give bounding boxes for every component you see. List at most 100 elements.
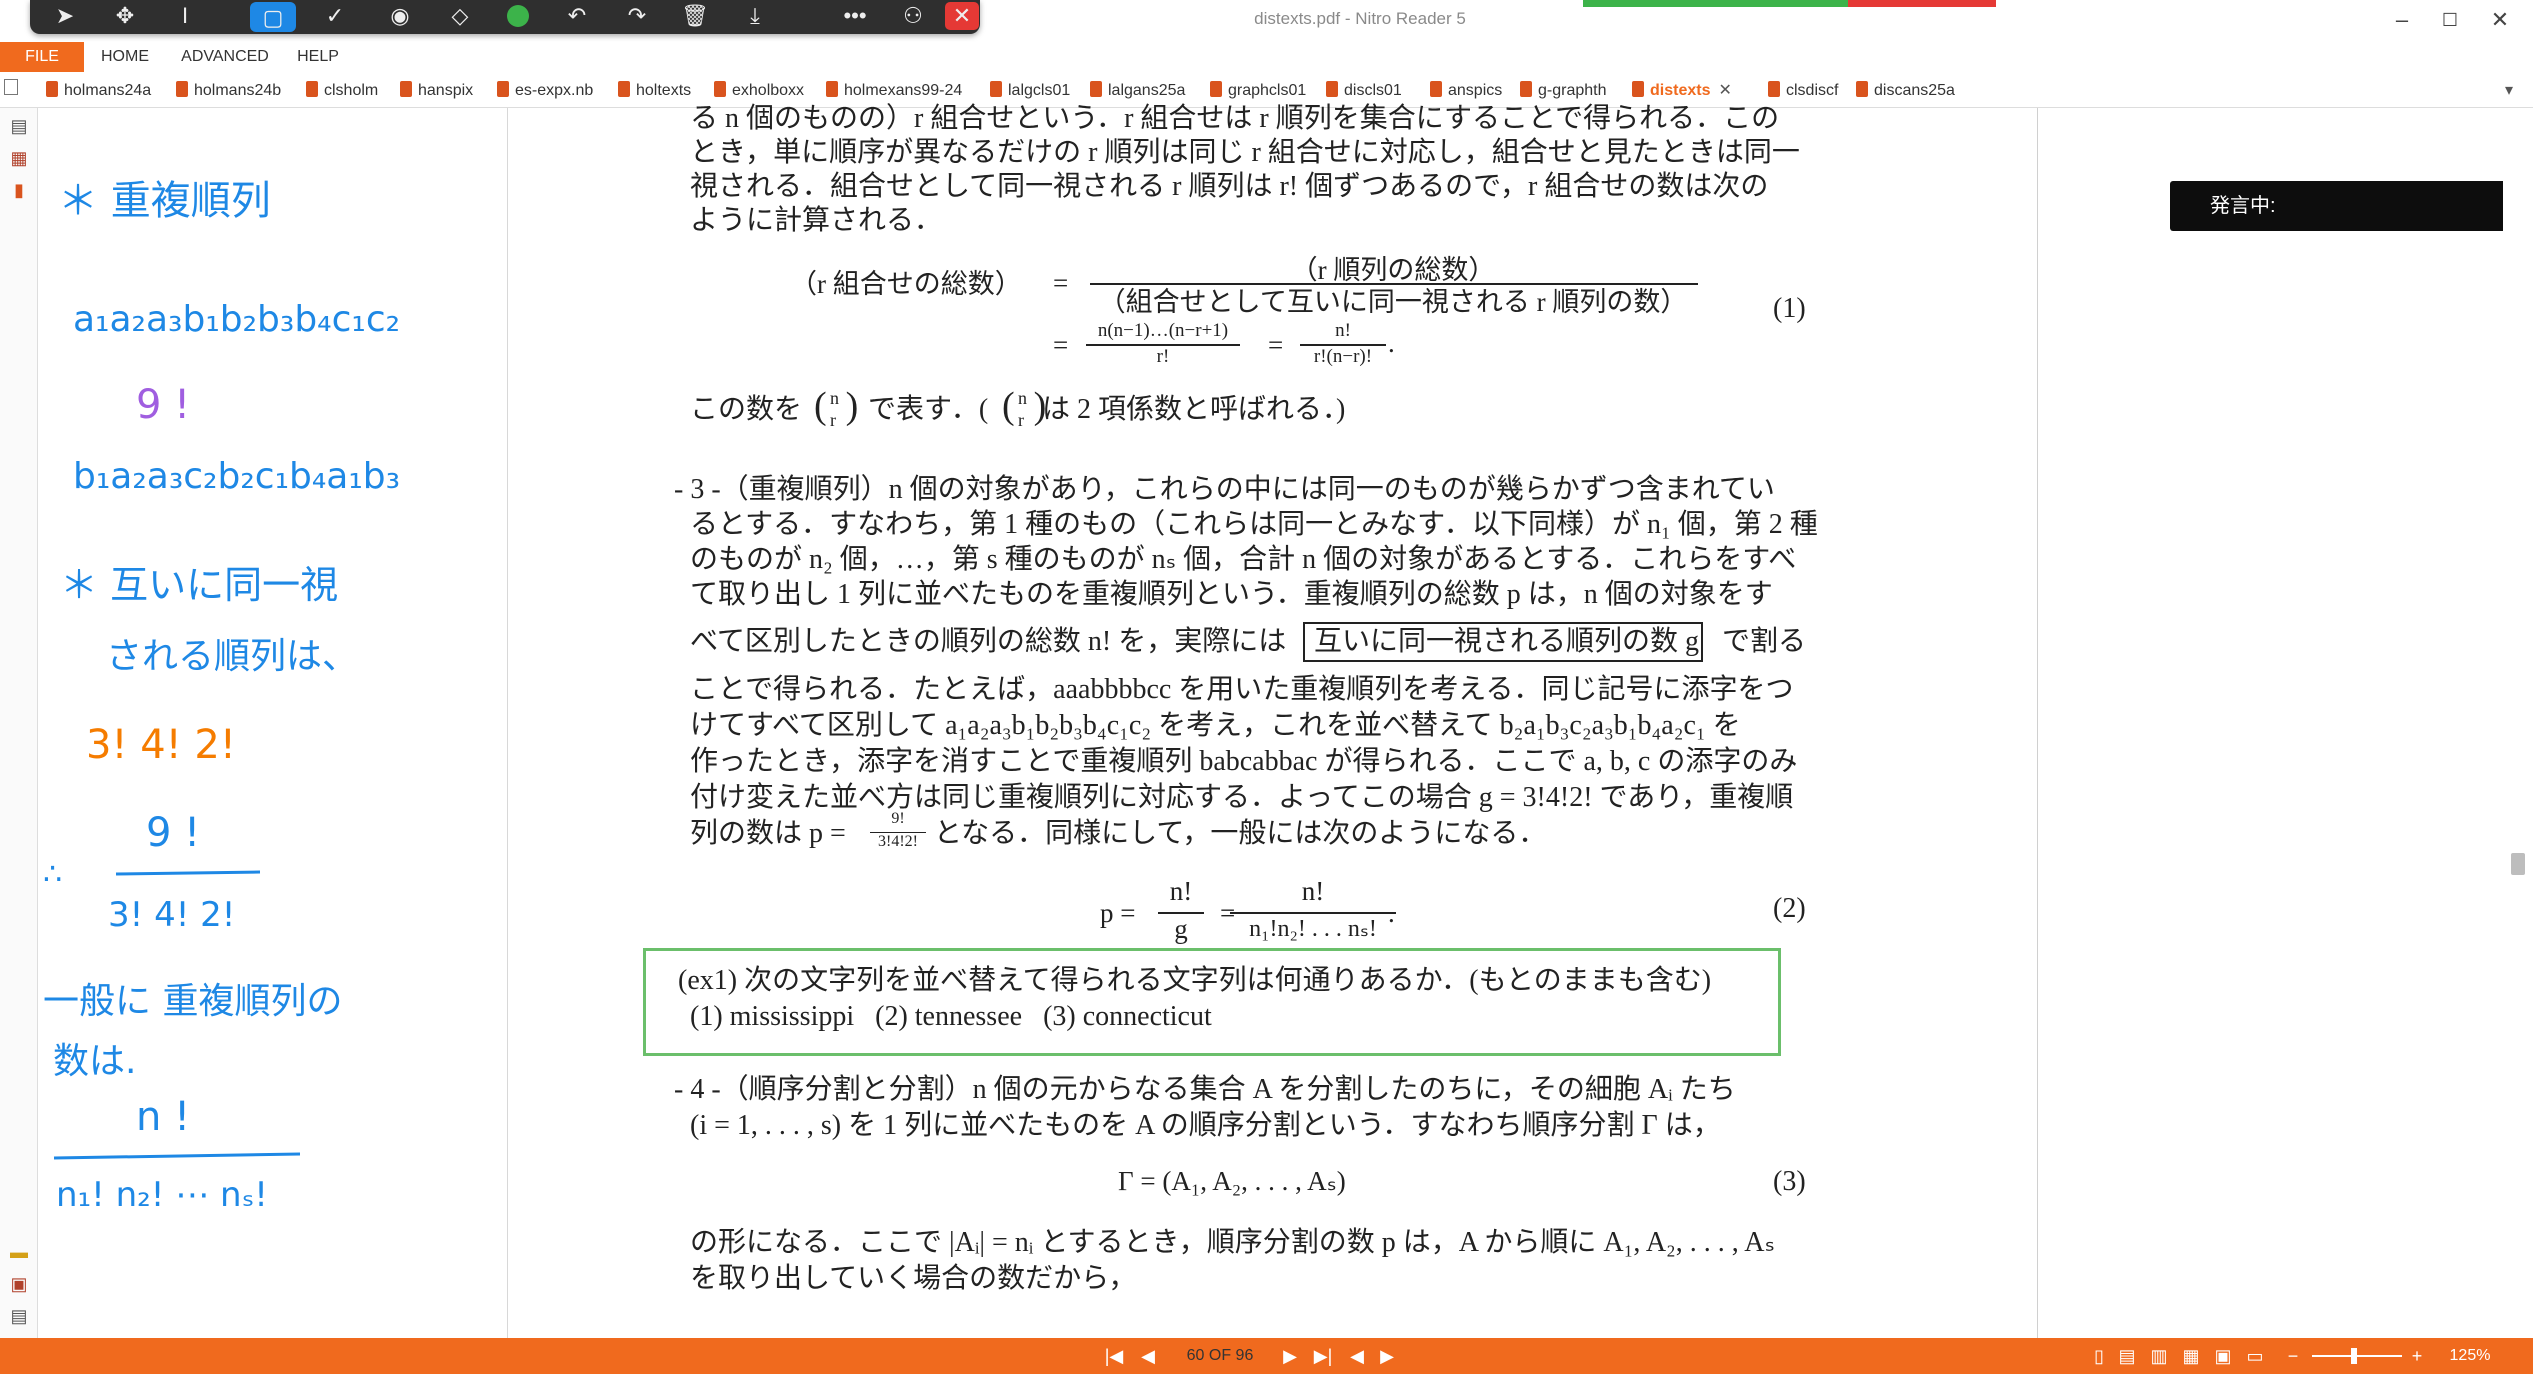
pdf-icon (46, 81, 58, 97)
inline-frac-num: 9! (891, 810, 905, 827)
select-arrow-icon[interactable]: ➤ (40, 0, 90, 34)
menu-home[interactable]: HOME (88, 42, 162, 72)
page-indicator[interactable]: 60 OF 96 (1170, 1338, 1270, 1374)
tab-discls01[interactable]: discls01 (1326, 78, 1402, 104)
fit-width-icon[interactable]: ▭ (2242, 1338, 2268, 1374)
tab-holmans24b[interactable]: holmans24b (176, 78, 281, 104)
facing-continuous-icon[interactable]: ▦ (2178, 1338, 2204, 1374)
note-line: ＊ 互いに同一視 (60, 563, 338, 607)
tab-clsdiscf[interactable]: clsdiscf (1768, 78, 1838, 104)
zoom-in-button[interactable]: + (2406, 1338, 2428, 1374)
text-line: るとする．すなわち，第 1 種のもの（これらは同一とみなす．以下同様）が n₁ … (690, 509, 1818, 540)
eq2-number: (2) (1773, 893, 1806, 924)
ink-pen-icon[interactable]: ◉ (375, 0, 425, 34)
eq2-den1: g (1174, 914, 1188, 944)
menu-file[interactable]: FILE (0, 42, 84, 72)
note-line: ＊ 重複順列 (58, 178, 271, 224)
fraction-bar-stroke (53, 1152, 301, 1160)
fit-page-icon[interactable]: ▣ (2210, 1338, 2236, 1374)
tab-hanspix[interactable]: hanspix (400, 78, 473, 104)
undo-icon[interactable]: ↶ (552, 0, 602, 34)
layers-icon[interactable]: ▤ (9, 1306, 29, 1326)
note-line: 3! 4! 2! (86, 722, 236, 768)
tab-holtexts[interactable]: holtexts (618, 78, 691, 104)
tab-distexts[interactable]: distexts ✕ (1632, 78, 1732, 104)
signatures-icon[interactable]: ▣ (9, 1274, 29, 1294)
vertical-scrollbar[interactable] (2503, 108, 2533, 1338)
pdf-icon (990, 81, 1002, 97)
comments-icon[interactable]: ▬ (9, 1242, 29, 1262)
menu-help[interactable]: HELP (288, 42, 348, 72)
back-view-icon[interactable]: ◀ (1344, 1338, 1370, 1374)
attachments-icon[interactable]: ▮ (9, 180, 29, 200)
tab-graphcls01[interactable]: graphcls01 (1210, 78, 1306, 104)
maximize-button[interactable]: ☐ (2428, 2, 2472, 38)
zoom-slider-knob[interactable] (2351, 1348, 2357, 1364)
tab-lalgans25a[interactable]: lalgans25a (1090, 78, 1185, 104)
eq1-lhs: （r 組合せの総数） (790, 269, 1022, 299)
zoom-out-button[interactable]: − (2282, 1338, 2304, 1374)
redo-icon[interactable]: ↷ (612, 0, 662, 34)
close-window-button[interactable]: ✕ (2478, 2, 2522, 38)
bookmarks-icon[interactable]: ▦ (9, 148, 29, 168)
pages-icon[interactable]: ▤ (9, 116, 29, 136)
minimize-button[interactable]: – (2380, 2, 2424, 38)
tab-overflow-icon[interactable]: ▾ (2505, 78, 2513, 104)
text-line: べて区別したときの順列の総数 n! を，実際には (690, 626, 1287, 657)
delete-icon[interactable]: 🗑 (670, 0, 720, 34)
single-page-icon[interactable]: ▯ (2086, 1338, 2112, 1374)
continuous-icon[interactable]: ▤ (2114, 1338, 2140, 1374)
tab-lalgcls01[interactable]: lalgcls01 (990, 78, 1070, 104)
prev-page-icon[interactable]: ◀ (1134, 1338, 1162, 1374)
tab-discans25a[interactable]: discans25a (1856, 78, 1955, 104)
text-line: となる．同様にして，一般には次のようになる． (934, 818, 1547, 849)
first-page-icon[interactable]: |◀ (1100, 1338, 1128, 1374)
move-icon[interactable]: ✥ (100, 0, 150, 34)
facing-icon[interactable]: ▥ (2146, 1338, 2172, 1374)
tab-holmans24a[interactable]: holmans24a (46, 78, 151, 104)
pdf-icon (1326, 81, 1338, 97)
next-page-icon[interactable]: ▶ (1276, 1338, 1304, 1374)
more-icon[interactable]: ••• (830, 0, 880, 34)
left-panel-strip: ▤ ▦ ▮ ▬ ▣ ▤ (0, 108, 38, 1338)
text-line: の形になる．ここで |Aᵢ| = nᵢ とするとき，順序分割の数 p は，A か… (690, 1227, 1775, 1258)
tab-list-icon[interactable] (4, 78, 18, 104)
zoom-slider[interactable] (2312, 1355, 2402, 1357)
scrollbar-thumb[interactable] (2511, 853, 2525, 875)
checkmark-icon[interactable]: ✓ (310, 0, 360, 34)
pdf-icon (306, 81, 318, 97)
menu-advanced[interactable]: ADVANCED (170, 42, 280, 72)
tab-anspics[interactable]: anspics (1430, 78, 1502, 104)
tab-es-expx[interactable]: es-expx.nb (497, 78, 593, 104)
zoom-level[interactable]: 125% (2440, 1338, 2500, 1374)
text-line: 列の数は p = (690, 818, 846, 849)
tab-exholboxx[interactable]: exholboxx (714, 78, 804, 104)
presenter-icon[interactable]: ⚇ (888, 0, 938, 34)
tab-holmexans99-24[interactable]: holmexans99-24 (826, 78, 962, 104)
text-line: 作ったとき，添字を消すことで重複順列 babcabbac が得られる．ここで a… (690, 746, 1798, 777)
rectangle-icon[interactable]: ▢ (250, 2, 296, 32)
text-cursor-icon[interactable]: I (160, 0, 210, 34)
eq1-equals-2: = (1053, 330, 1069, 360)
last-page-icon[interactable]: ▶| (1306, 1338, 1340, 1374)
window-title: distexts.pdf - Nitro Reader 5 (1254, 9, 1466, 28)
pdf-icon (618, 81, 630, 97)
eraser-icon[interactable]: ◇ (435, 0, 485, 34)
tab-close-icon[interactable]: ✕ (1718, 78, 1731, 104)
document-viewport[interactable]: る n 個のものの）r 組合せという．r 組合せは r 順列を集合にすることで得… (508, 103, 2533, 1338)
download-icon[interactable]: ⤓ (730, 0, 780, 34)
progress-indicator-green (1583, 0, 1848, 7)
tab-g-graphth[interactable]: g-graphth (1520, 78, 1607, 104)
tab-clsholm[interactable]: clsholm (306, 78, 378, 104)
pdf-icon (714, 81, 726, 97)
forward-view-icon[interactable]: ▶ (1374, 1338, 1400, 1374)
exercise-line: (ex1) 次の文字列を並べ替えて得られる文字列は何通りあるか．(もとのままも含… (678, 965, 1712, 996)
close-icon[interactable]: ✕ (945, 2, 979, 30)
eq2-num1: n! (1169, 876, 1193, 906)
live-caption-box: 発言中: (2170, 181, 2512, 231)
note-line: 3! 4! 2! (108, 895, 235, 935)
app-window: { "window": { "title": "distexts.pdf - N… (0, 0, 2533, 1374)
eq2-den2: n₁!n₂! . . . nₛ! (1249, 916, 1377, 942)
text-line: 付け変えた並べ方は同じ重複順列に対応する．よってこの場合 g = 3!4!2! … (690, 782, 1794, 813)
color-swatch-icon[interactable] (493, 0, 543, 34)
